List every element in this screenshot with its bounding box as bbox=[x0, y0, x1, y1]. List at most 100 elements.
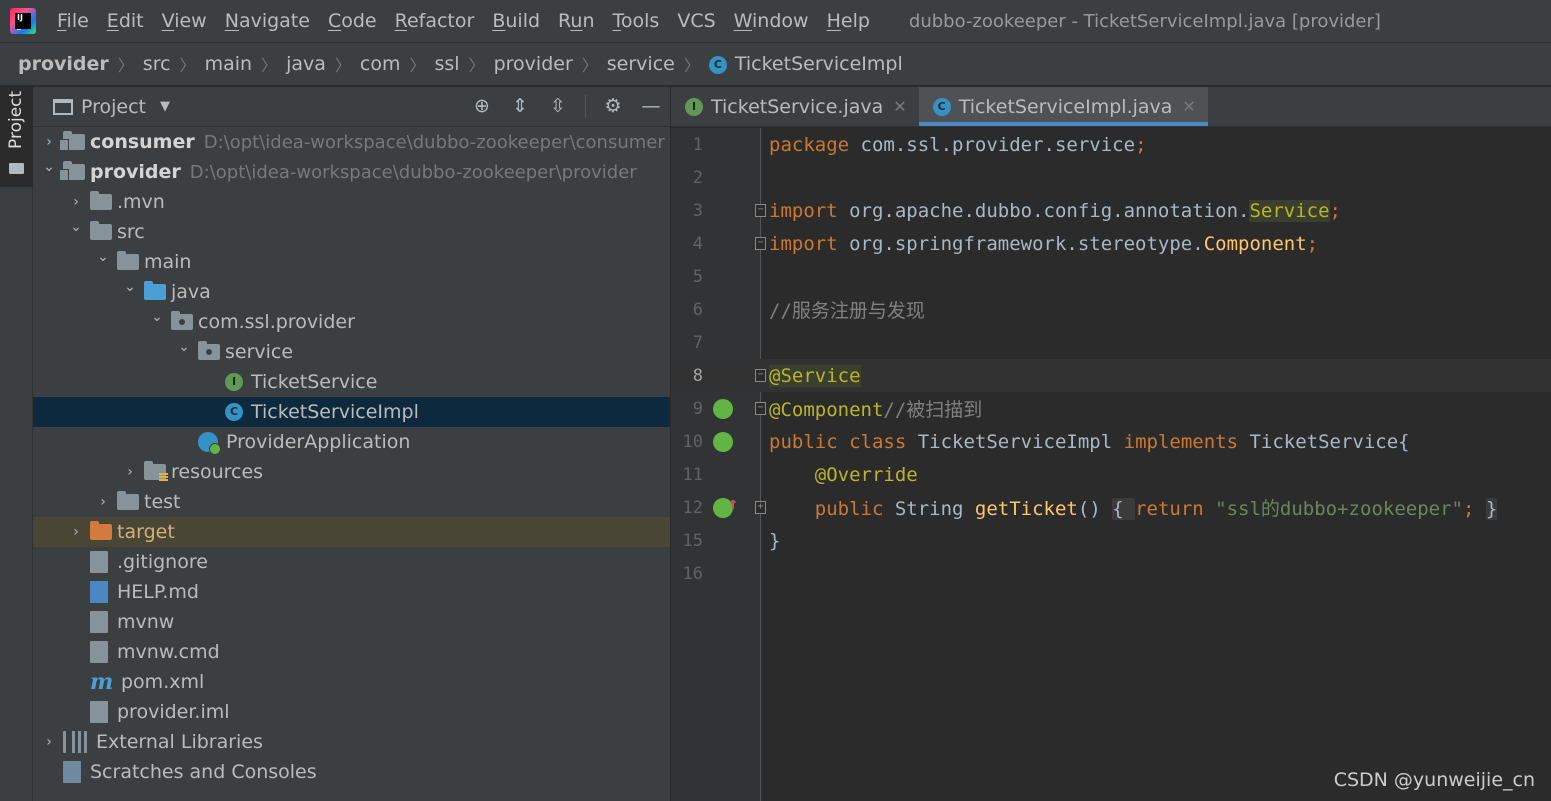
tree-row-pom-xml[interactable]: ›mpom.xml bbox=[33, 667, 670, 697]
select-opened-file-icon[interactable]: ⊕ bbox=[471, 95, 493, 117]
tree-row-provider-iml[interactable]: ›provider.iml bbox=[33, 697, 670, 727]
code-text: //服务注册与发现 bbox=[769, 296, 925, 323]
tree-row-mvn[interactable]: › .mvn bbox=[33, 187, 670, 217]
breadcrumb-item[interactable]: com bbox=[360, 53, 401, 75]
project-panel-title[interactable]: Project bbox=[81, 96, 146, 118]
code-line[interactable]: 12 + public String getTicket() { return "… bbox=[671, 491, 1551, 524]
chevron-down-icon[interactable]: ⌄ bbox=[41, 159, 57, 175]
code-token: implements bbox=[1123, 430, 1250, 453]
fold-expand-icon[interactable]: + bbox=[755, 501, 766, 514]
tree-row-com-ssl-provider[interactable]: ⌄ com.ssl.provider bbox=[33, 307, 670, 337]
tree-row-main[interactable]: ⌄ main bbox=[33, 247, 670, 277]
code-line[interactable]: 15} bbox=[671, 524, 1551, 557]
menu-navigate[interactable]: Navigate bbox=[216, 10, 319, 32]
menu-file[interactable]: File bbox=[48, 10, 98, 32]
code-line[interactable]: 2 bbox=[671, 161, 1551, 194]
menu-help[interactable]: Help bbox=[818, 10, 879, 32]
tree-row-target[interactable]: › target bbox=[33, 517, 670, 547]
spring-bean-icon[interactable] bbox=[713, 431, 733, 452]
line-number: 1 bbox=[692, 134, 703, 155]
chevron-down-icon[interactable]: ⌄ bbox=[68, 219, 84, 235]
menu-code[interactable]: Code bbox=[319, 10, 386, 32]
tree-row-gitignore[interactable]: ›.gitignore bbox=[33, 547, 670, 577]
spring-bean-icon[interactable] bbox=[713, 398, 733, 419]
project-tool-tab[interactable]: Project bbox=[0, 87, 33, 187]
tree-row-scratches-and-consoles[interactable]: ›Scratches and Consoles bbox=[33, 757, 670, 787]
code-line[interactable]: 4 − import org.springframework.stereotype.… bbox=[671, 227, 1551, 260]
line-number: 12 bbox=[682, 497, 703, 518]
breadcrumb-item[interactable]: provider bbox=[494, 53, 573, 75]
close-icon[interactable]: ✕ bbox=[893, 97, 906, 116]
chevron-down-icon[interactable]: ⌄ bbox=[95, 249, 111, 265]
tree-row-ticketserviceimpl[interactable]: ›CTicketServiceImpl bbox=[33, 397, 670, 427]
breadcrumb-item[interactable]: provider bbox=[18, 53, 109, 75]
menu-window[interactable]: Window bbox=[725, 10, 818, 32]
fold-collapse-icon[interactable]: − bbox=[755, 204, 766, 217]
tree-item-label: service bbox=[225, 341, 294, 363]
chevron-right-icon[interactable]: › bbox=[68, 524, 84, 540]
menu-edit[interactable]: Edit bbox=[98, 10, 153, 32]
close-icon[interactable]: ✕ bbox=[1182, 97, 1195, 116]
breadcrumb-item[interactable]: src bbox=[143, 53, 171, 75]
chevron-down-icon[interactable]: ⌄ bbox=[176, 339, 192, 355]
fold-collapse-icon[interactable]: − bbox=[755, 402, 766, 415]
tree-row-test[interactable]: › test bbox=[33, 487, 670, 517]
tab-ticketservice-java[interactable]: I TicketService.java ✕ bbox=[671, 87, 919, 126]
code-line[interactable]: 3 − import org.apache.dubbo.config.annotat… bbox=[671, 194, 1551, 227]
chevron-down-icon[interactable]: ⌄ bbox=[122, 279, 138, 295]
tree-row-java[interactable]: ⌄ java bbox=[33, 277, 670, 307]
menu-build[interactable]: Build bbox=[483, 10, 549, 32]
breadcrumb-item[interactable]: ssl bbox=[435, 53, 460, 75]
view-selector-dropdown-icon[interactable]: ▼ bbox=[160, 99, 170, 114]
code-line[interactable]: 6 //服务注册与发现 bbox=[671, 293, 1551, 326]
code-text: } bbox=[769, 530, 780, 552]
hide-panel-icon[interactable]: — bbox=[640, 95, 662, 117]
code-line[interactable]: 1 package com.ssl.provider.service; bbox=[671, 128, 1551, 161]
code-line[interactable]: 5 bbox=[671, 260, 1551, 293]
breadcrumb-item[interactable]: C TicketServiceImpl bbox=[708, 53, 903, 75]
menu-view[interactable]: View bbox=[153, 10, 216, 32]
chevron-right-icon[interactable]: › bbox=[41, 734, 57, 750]
breadcrumb-separator: 〉 bbox=[117, 56, 134, 75]
code-line[interactable]: 11 @Override bbox=[671, 458, 1551, 491]
chevron-right-icon[interactable]: › bbox=[122, 464, 138, 480]
tree-row-consumer[interactable]: › consumer D:\opt\idea-workspace\dubbo-zoo… bbox=[33, 127, 670, 157]
menu-tools[interactable]: Tools bbox=[604, 10, 669, 32]
tree-row-providerapplication[interactable]: ›ProviderApplication bbox=[33, 427, 670, 457]
tree-row-help-md[interactable]: ›HELP.md bbox=[33, 577, 670, 607]
tree-row-service[interactable]: ⌄ service bbox=[33, 337, 670, 367]
chevron-right-icon[interactable]: › bbox=[95, 494, 111, 510]
fold-collapse-icon[interactable]: − bbox=[755, 369, 766, 382]
code-line[interactable]: 7 bbox=[671, 326, 1551, 359]
implements-method-icon[interactable] bbox=[713, 494, 738, 518]
tree-item-label: Scratches and Consoles bbox=[90, 761, 317, 783]
tree-row-src[interactable]: ⌄ src bbox=[33, 217, 670, 247]
tree-row-provider[interactable]: ⌄ provider D:\opt\idea-workspace\dubbo-zoo… bbox=[33, 157, 670, 187]
expand-all-icon[interactable]: ⇕ bbox=[509, 95, 531, 117]
tab-ticketserviceimpl-java[interactable]: C TicketServiceImpl.java ✕ bbox=[918, 87, 1208, 126]
breadcrumb-item[interactable]: main bbox=[205, 53, 252, 75]
breadcrumb-item[interactable]: java bbox=[286, 53, 326, 75]
menu-vcs[interactable]: VCS bbox=[668, 10, 724, 32]
code-line[interactable]: 9 − @Component//被扫描到 bbox=[671, 392, 1551, 425]
breadcrumb-item[interactable]: service bbox=[607, 53, 675, 75]
chevron-down-icon[interactable]: ⌄ bbox=[149, 309, 165, 325]
code-token: //被扫描到 bbox=[883, 399, 983, 421]
collapse-all-icon[interactable]: ⇳ bbox=[547, 95, 569, 117]
code-area[interactable]: 1 package com.ssl.provider.service; 2 3− imp… bbox=[671, 128, 1551, 590]
line-number: 7 bbox=[692, 332, 703, 353]
tree-row-external-libraries[interactable]: › External Libraries bbox=[33, 727, 670, 757]
menu-refactor[interactable]: Refactor bbox=[386, 10, 484, 32]
code-line[interactable]: 10 public class TicketServiceImpl impleme… bbox=[671, 425, 1551, 458]
tree-row-ticketservice[interactable]: ›ITicketService bbox=[33, 367, 670, 397]
code-line[interactable]: 16 bbox=[671, 557, 1551, 590]
tree-row-resources[interactable]: › resources bbox=[33, 457, 670, 487]
fold-collapse-icon[interactable]: − bbox=[755, 237, 766, 250]
menu-run[interactable]: Run bbox=[549, 10, 603, 32]
gear-icon[interactable]: ⚙ bbox=[602, 95, 624, 117]
chevron-right-icon[interactable]: › bbox=[68, 194, 84, 210]
tree-row-mvnw-cmd[interactable]: ›mvnw.cmd bbox=[33, 637, 670, 667]
code-line[interactable]: 8 − @Service bbox=[671, 359, 1551, 392]
chevron-right-icon[interactable]: › bbox=[41, 134, 57, 150]
tree-row-mvnw[interactable]: ›mvnw bbox=[33, 607, 670, 637]
